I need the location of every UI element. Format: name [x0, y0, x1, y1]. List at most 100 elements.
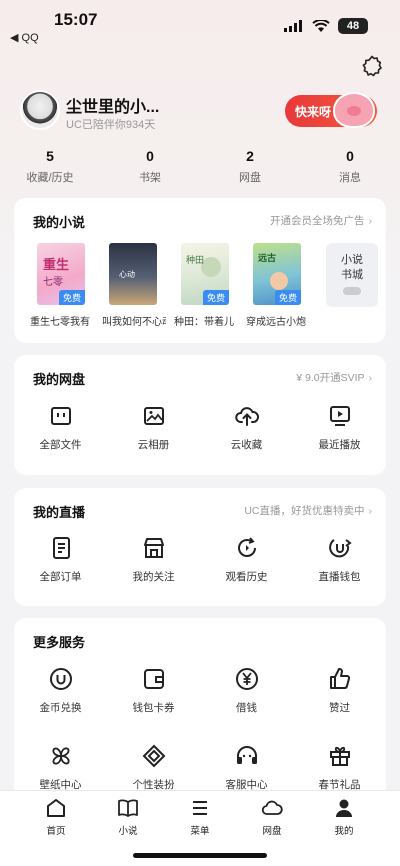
all-files-button[interactable]: 全部文件	[14, 403, 107, 452]
nav-label: 首页	[46, 826, 66, 837]
stat-bookshelf[interactable]: 0 书架	[100, 148, 200, 185]
novel-cover: 重生七零 免费	[37, 243, 85, 305]
home-icon	[47, 799, 65, 817]
live-promo-link[interactable]: UC直播，好货优惠特卖中 ›	[244, 503, 372, 518]
settings-gear-icon[interactable]	[360, 54, 384, 78]
nav-label: 我的	[334, 826, 354, 837]
home-indicator	[133, 853, 267, 858]
my-live-card: 我的直播 UC直播，好货优惠特卖中 › 全部订单 我的关注 观看历史 直播钱包	[14, 488, 386, 606]
thumbs-up-icon	[329, 667, 350, 689]
live-wallet-button[interactable]: 直播钱包	[293, 535, 386, 584]
borrow-money-button[interactable]: 借钱	[200, 666, 293, 715]
menu-icon	[193, 801, 207, 815]
chevron-right-icon: ›	[368, 505, 373, 517]
free-badge: 免费	[202, 290, 229, 305]
image-icon	[143, 407, 164, 425]
cell-label: 云相册	[137, 439, 170, 451]
novel-cover: 种田 免费	[181, 243, 229, 305]
chevron-right-icon: ›	[368, 372, 373, 384]
novel-item[interactable]: 种田 免费 种田：带着儿	[174, 243, 236, 328]
chevron-right-icon: ›	[368, 215, 373, 227]
stat-cloud-drive[interactable]: 2 网盘	[200, 148, 300, 185]
svg-text:心动: 心动	[119, 269, 135, 279]
cell-label: 最近播放	[318, 439, 361, 451]
cell-label: 直播钱包	[318, 571, 361, 583]
svg-text:七零: 七零	[43, 276, 63, 288]
wallpaper-center-button[interactable]: 壁纸中心	[14, 743, 107, 792]
cloud-album-button[interactable]: 云相册	[107, 403, 200, 452]
novel-item[interactable]: 重生 七零 免费 重生七零我有	[30, 243, 92, 328]
section-title: 我的网盘	[33, 372, 86, 387]
battery-indicator: 48	[338, 18, 368, 34]
shape-icon	[142, 744, 165, 768]
pinwheel-icon	[52, 747, 69, 765]
signal-icon	[284, 20, 302, 32]
coin-exchange-button[interactable]: 金币兑换	[14, 666, 107, 715]
cloud-upload-icon	[234, 407, 259, 426]
cell-label: 金币兑换	[39, 702, 82, 714]
all-orders-button[interactable]: 全部订单	[14, 535, 107, 584]
free-badge: 免费	[58, 290, 85, 305]
nav-me[interactable]: 我的	[308, 791, 380, 866]
status-bar: 15:07 ◀ QQ 48	[0, 0, 400, 48]
cloud-icon	[261, 800, 283, 815]
section-title: 更多服务	[33, 635, 86, 650]
spring-festival-gift-button[interactable]: 春节礼品	[293, 743, 386, 792]
play-monitor-icon	[329, 406, 350, 426]
novel-store-button[interactable]: 小说 书城	[326, 243, 378, 307]
avatar[interactable]	[20, 90, 60, 130]
stat-label: 书架	[139, 172, 161, 184]
svg-text:远古: 远古	[258, 252, 276, 264]
svip-link[interactable]: ¥ 9.0开通SVIP ›	[296, 370, 372, 385]
stat-label: 消息	[339, 172, 361, 184]
my-cloud-drive-card: 我的网盘 ¥ 9.0开通SVIP › 全部文件 云相册 云收藏 最近播放	[14, 355, 386, 475]
cell-label: 云收藏	[230, 439, 263, 451]
svg-text:重生: 重生	[43, 257, 69, 273]
username[interactable]: 尘世里的小...	[66, 93, 159, 117]
watch-history-button[interactable]: 观看历史	[200, 535, 293, 584]
novel-item[interactable]: 心动 叫我如何不心动	[102, 243, 166, 328]
novel-title: 叫我如何不心动	[102, 317, 166, 328]
cell-label: 全部文件	[39, 439, 82, 451]
stat-value: 0	[346, 148, 354, 164]
recent-play-button[interactable]: 最近播放	[293, 403, 386, 452]
cell-label: 观看历史	[225, 571, 268, 583]
status-time: 15:07	[54, 10, 98, 29]
novel-title: 种田：带着儿	[174, 317, 234, 328]
liked-button[interactable]: 赞过	[293, 666, 386, 715]
store-label: 书城	[341, 269, 363, 281]
stat-label: 网盘	[239, 172, 261, 184]
cell-label: 我的关注	[132, 571, 175, 583]
stat-messages[interactable]: 0 消息	[300, 148, 400, 185]
personal-decor-button[interactable]: 个性装扮	[107, 743, 200, 792]
wallet-u-icon	[328, 539, 352, 558]
novel-cover: 心动	[109, 243, 157, 305]
folder-icon	[50, 407, 71, 425]
pig-mascot-icon	[333, 92, 375, 128]
shop-icon	[143, 538, 164, 558]
stat-value: 0	[146, 148, 154, 164]
novel-item[interactable]: 远古 免费 穿成远古小炮	[246, 243, 308, 328]
more-services-card: 更多服务 金币兑换 钱包卡券 借钱 赞过 壁纸中心 个性装扮 客服中心 春节礼品	[14, 618, 386, 808]
nav-home[interactable]: 首页	[20, 791, 92, 866]
cell-label: 赞过	[329, 702, 350, 714]
nav-label: 小说	[118, 826, 138, 837]
my-follows-button[interactable]: 我的关注	[107, 535, 200, 584]
promo-label: 快来呀	[295, 104, 332, 119]
stat-value: 5	[46, 148, 54, 164]
customer-service-button[interactable]: 客服中心	[200, 743, 293, 792]
wallet-coupons-button[interactable]: 钱包卡券	[107, 666, 200, 715]
back-to-app-link[interactable]: ◀ QQ	[10, 31, 39, 44]
stat-value: 2	[246, 148, 254, 164]
novel-title: 穿成远古小炮	[246, 317, 306, 328]
stat-label: 收藏/历史	[26, 172, 74, 184]
vip-ad-free-link[interactable]: 开通会员全场免广告 ›	[270, 213, 372, 228]
yen-icon	[235, 668, 258, 690]
wallet-icon	[143, 669, 164, 689]
book-icon	[118, 799, 138, 817]
cloud-favorites-button[interactable]: 云收藏	[200, 403, 293, 452]
cell-label: 借钱	[236, 702, 257, 714]
person-icon	[336, 799, 352, 817]
stat-favorites-history[interactable]: 5 收藏/历史	[0, 148, 100, 185]
cell-label: 全部订单	[39, 571, 82, 583]
